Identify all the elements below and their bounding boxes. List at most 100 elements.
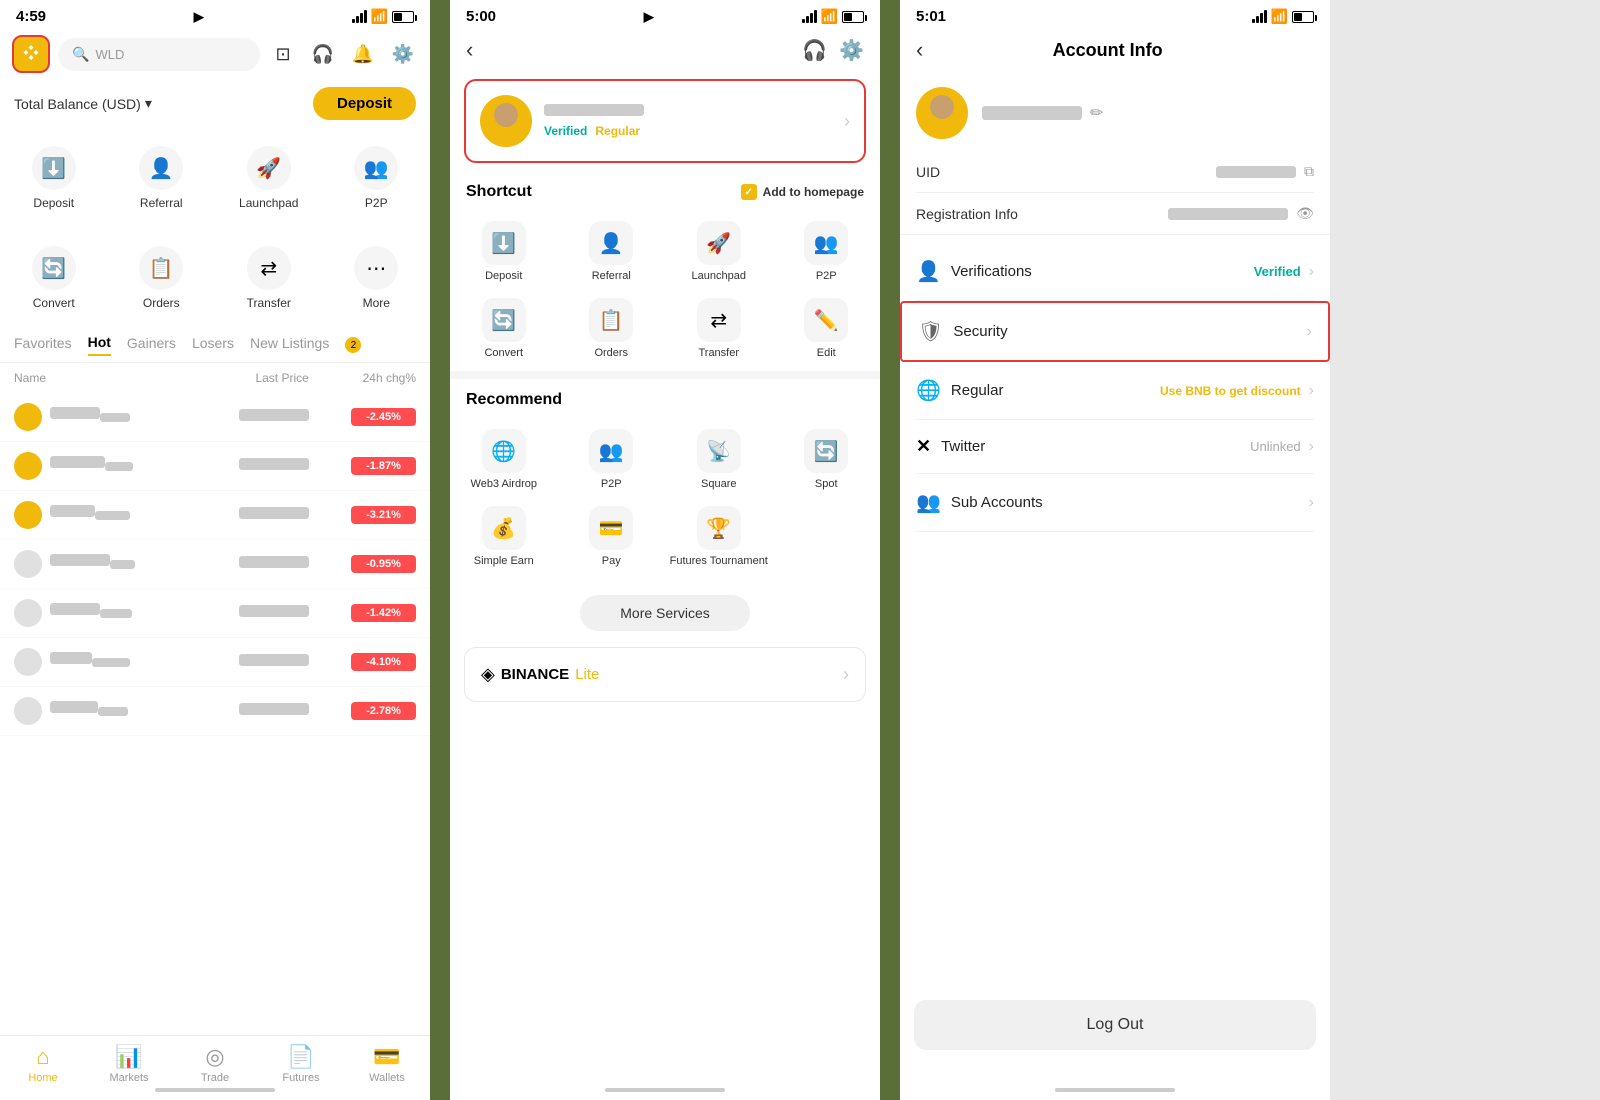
tab-favorites[interactable]: Favorites (14, 335, 72, 355)
shortcut-orders[interactable]: 📋 Orders (558, 290, 666, 367)
grid-orders[interactable]: 📋 Orders (108, 236, 216, 320)
profile-card[interactable]: Verified Regular › (464, 79, 866, 163)
nav-trade[interactable]: ◎ Trade (172, 1044, 258, 1084)
menu-regular[interactable]: 🌐 Regular Use BNB to get discount › (916, 362, 1314, 420)
grid-p2p[interactable]: 👥 P2P (323, 136, 431, 220)
table-row[interactable]: -4.10% (0, 638, 430, 687)
menu-twitter[interactable]: ✕ Twitter Unlinked › (916, 420, 1314, 474)
support-icon[interactable]: 🎧 (308, 39, 338, 69)
edit-icon[interactable]: ✏ (1090, 103, 1103, 123)
sub-accounts-chevron: › (1309, 494, 1314, 512)
binance-logo[interactable] (12, 35, 50, 73)
copy-icon[interactable]: ⧉ (1304, 163, 1314, 180)
shortcut-convert-label: Convert (484, 347, 523, 359)
nav-wallets[interactable]: 💳 Wallets (344, 1044, 430, 1084)
back-button[interactable]: ‹ (466, 37, 473, 63)
reg-blur (1168, 208, 1288, 220)
shortcut-launchpad[interactable]: 🚀 Launchpad (665, 213, 773, 290)
more-services-button[interactable]: More Services (580, 595, 749, 631)
recommend-spot[interactable]: 🔄 Spot (773, 421, 881, 498)
settings-icon[interactable]: ⚙️ (388, 39, 418, 69)
table-row[interactable]: -2.78% (0, 687, 430, 736)
time-2: 5:00 (466, 8, 496, 25)
grid-transfer[interactable]: ⇄ Transfer (215, 236, 323, 320)
balance-label[interactable]: Total Balance (USD) ▾ (14, 95, 152, 112)
deposit-button[interactable]: Deposit (313, 87, 416, 120)
eye-icon[interactable]: 👁 (1296, 205, 1314, 222)
battery-icon-3 (1292, 11, 1314, 23)
logout-button[interactable]: Log Out (914, 1000, 1316, 1050)
security-chevron: › (1307, 323, 1312, 341)
regular-left: 🌐 Regular (916, 378, 1003, 403)
table-row[interactable]: -0.95% (0, 540, 430, 589)
recommend-futures[interactable]: 🏆 Futures Tournament (665, 498, 773, 575)
checkbox-add-home[interactable]: ✓ (741, 184, 757, 200)
home-indicator (155, 1088, 275, 1092)
menu-security[interactable]: 🛡 Security › (918, 303, 1312, 360)
nav-futures[interactable]: 📄 Futures (258, 1044, 344, 1084)
nav-markets[interactable]: 📊 Markets (86, 1044, 172, 1084)
bell-icon[interactable]: 🔔 (348, 39, 378, 69)
registration-value: 👁 (1168, 205, 1314, 222)
sub-accounts-right: › (1309, 494, 1314, 512)
shortcut-convert[interactable]: 🔄 Convert (450, 290, 558, 367)
futures-tournament-icon: 🏆 (697, 506, 741, 550)
nav-home-label: Home (28, 1072, 57, 1084)
verifications-left: 👤 Verifications (916, 259, 1032, 284)
avatar-3 (916, 87, 968, 139)
table-row[interactable]: -1.87% (0, 442, 430, 491)
add-to-homepage[interactable]: ✓ Add to homepage (741, 184, 864, 200)
table-row[interactable]: -1.42% (0, 589, 430, 638)
tab-new-listings[interactable]: New Listings (250, 335, 329, 355)
p2-header: ‹ 🎧 ⚙️ (450, 29, 880, 71)
recommend-square[interactable]: 📡 Square (665, 421, 773, 498)
recommend-p2p[interactable]: 👥 P2P (558, 421, 666, 498)
recommend-simple-earn[interactable]: 💰 Simple Earn (450, 498, 558, 575)
grid-referral[interactable]: 👤 Referral (108, 136, 216, 220)
section-separator (450, 371, 880, 379)
settings-icon-2[interactable]: ⚙️ (839, 38, 864, 63)
back-button-3[interactable]: ‹ (916, 37, 923, 63)
p3-profile-row: ✏ (900, 71, 1330, 151)
chevron-down-icon: ▾ (145, 95, 152, 112)
recommend-pay[interactable]: 💳 Pay (558, 498, 666, 575)
table-row[interactable]: -2.45% (0, 393, 430, 442)
verifications-label: Verifications (951, 263, 1032, 280)
grid-launchpad[interactable]: 🚀 Launchpad (215, 136, 323, 220)
shield-icon: 🛡 (918, 319, 943, 344)
grid-more[interactable]: ⋯ More (323, 236, 431, 320)
phone-3: 5:01 📶 ‹ Account Info ✏ (900, 0, 1330, 1100)
futures-tournament-label: Futures Tournament (670, 555, 768, 567)
change-badge: -3.21% (351, 506, 416, 524)
rec-p2p-label: P2P (601, 478, 622, 490)
table-row[interactable]: -3.21% (0, 491, 430, 540)
scan-icon[interactable]: ⊡ (268, 39, 298, 69)
binance-lite-section[interactable]: ◈ BINANCE Lite › (464, 647, 866, 702)
grid-deposit[interactable]: ⬇️ Deposit (0, 136, 108, 220)
grid-convert[interactable]: 🔄 Convert (0, 236, 108, 320)
tab-gainers[interactable]: Gainers (127, 335, 176, 355)
more-icon: ⋯ (354, 246, 398, 290)
nav-home[interactable]: ⌂ Home (0, 1044, 86, 1084)
balance-row: Total Balance (USD) ▾ Deposit (0, 79, 430, 128)
shortcut-deposit[interactable]: ⬇️ Deposit (450, 213, 558, 290)
menu-sub-accounts[interactable]: 👥 Sub Accounts › (916, 474, 1314, 532)
twitter-icon: ✕ (916, 436, 931, 457)
shortcut-p2p[interactable]: 👥 P2P (773, 213, 881, 290)
search-bar[interactable]: 🔍 WLD (58, 38, 260, 71)
support-icon-2[interactable]: 🎧 (802, 38, 827, 63)
profile-badges: Verified Regular (544, 124, 832, 138)
sub-accounts-label: Sub Accounts (951, 494, 1043, 511)
shortcut-transfer[interactable]: ⇄ Transfer (665, 290, 773, 367)
shortcut-edit-label: Edit (817, 347, 836, 359)
tab-losers[interactable]: Losers (192, 335, 234, 355)
menu-verifications[interactable]: 👤 Verifications Verified › (916, 243, 1314, 301)
tab-hot[interactable]: Hot (88, 334, 111, 356)
grid-transfer-label: Transfer (247, 296, 291, 310)
shortcut-referral[interactable]: 👤 Referral (558, 213, 666, 290)
new-listings-badge: 2 (345, 337, 361, 353)
shortcut-title-row: Shortcut ✓ Add to homepage (450, 171, 880, 209)
shortcut-edit[interactable]: ✏️ Edit (773, 290, 881, 367)
grid-orders-label: Orders (143, 296, 180, 310)
recommend-web3[interactable]: 🌐 Web3 Airdrop (450, 421, 558, 498)
